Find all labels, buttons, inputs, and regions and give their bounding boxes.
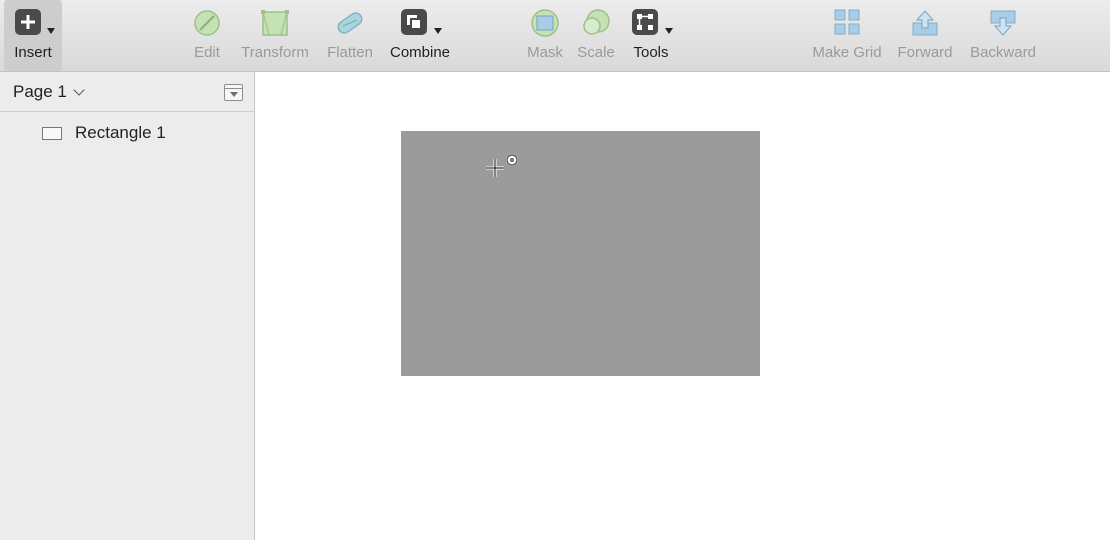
layer-item[interactable]: Rectangle 1 bbox=[0, 120, 254, 146]
crosshair-cursor-icon bbox=[486, 154, 518, 177]
combine-icon bbox=[401, 9, 427, 35]
tools-icon bbox=[632, 9, 658, 35]
edit-label: Edit bbox=[194, 44, 220, 61]
flatten-label: Flatten bbox=[327, 44, 373, 61]
plus-icon bbox=[15, 9, 41, 35]
toolbar: Insert Edit Transform Flatten Combine Ma… bbox=[0, 0, 1110, 72]
mask-button[interactable]: Mask bbox=[522, 0, 568, 71]
flatten-button[interactable]: Flatten bbox=[322, 0, 378, 71]
scale-label: Scale bbox=[577, 44, 615, 61]
edit-icon bbox=[194, 10, 220, 36]
insert-dropdown-caret-icon bbox=[47, 28, 55, 34]
rectangle-shape[interactable] bbox=[401, 131, 760, 376]
mask-label: Mask bbox=[527, 44, 563, 61]
backward-icon bbox=[990, 10, 1016, 36]
canvas[interactable] bbox=[255, 72, 1110, 540]
tools-label: Tools bbox=[633, 44, 669, 61]
mask-icon bbox=[531, 9, 559, 37]
flatten-icon bbox=[337, 12, 363, 34]
combine-label: Combine bbox=[389, 44, 451, 61]
page-name: Page 1 bbox=[13, 82, 67, 101]
insert-button[interactable]: Insert bbox=[4, 0, 62, 71]
page-bar: Page 1 bbox=[0, 72, 254, 112]
make-grid-button[interactable]: Make Grid bbox=[806, 0, 888, 71]
transform-button[interactable]: Transform bbox=[236, 0, 314, 71]
rectangle-icon bbox=[42, 126, 62, 140]
layers-sidebar: Page 1 Rectangle 1 bbox=[0, 72, 255, 540]
forward-icon bbox=[912, 10, 938, 36]
tools-dropdown-caret-icon bbox=[665, 28, 673, 34]
backward-label: Backward bbox=[970, 44, 1036, 61]
grid-icon bbox=[834, 9, 860, 35]
insert-label: Insert bbox=[14, 44, 52, 61]
transform-icon bbox=[261, 10, 289, 36]
backward-button[interactable]: Backward bbox=[964, 0, 1042, 71]
scale-icon bbox=[583, 9, 610, 35]
combine-button[interactable]: Combine bbox=[385, 0, 455, 71]
forward-label: Forward bbox=[897, 44, 953, 61]
page-selector[interactable]: Page 1 bbox=[13, 82, 85, 102]
forward-button[interactable]: Forward bbox=[892, 0, 958, 71]
chevron-down-icon bbox=[73, 84, 85, 96]
make-grid-label: Make Grid bbox=[812, 44, 882, 61]
tools-button[interactable]: Tools bbox=[626, 0, 676, 71]
combine-dropdown-caret-icon bbox=[434, 28, 442, 34]
edit-button[interactable]: Edit bbox=[186, 0, 228, 71]
transform-label: Transform bbox=[241, 44, 309, 61]
layer-label: Rectangle 1 bbox=[75, 123, 166, 142]
scale-button[interactable]: Scale bbox=[574, 0, 618, 71]
collapse-pages-button[interactable] bbox=[224, 84, 243, 101]
